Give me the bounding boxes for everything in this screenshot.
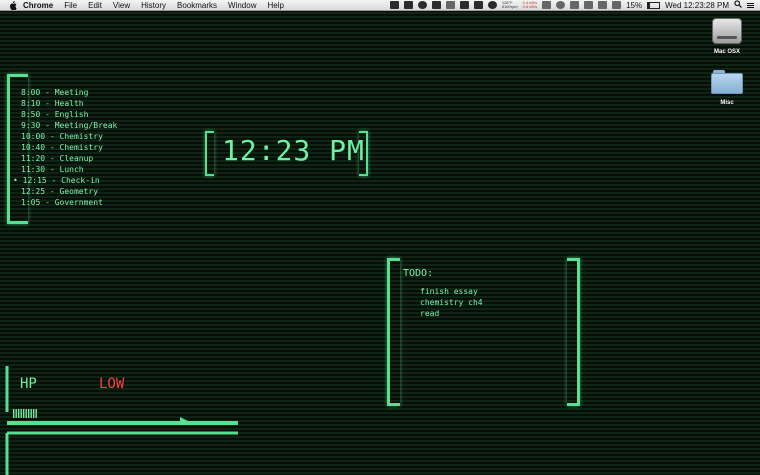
notification-center-icon[interactable]: [747, 2, 754, 8]
hp-gauge: [5, 366, 238, 475]
schedule-item: 1:05 - Government: [21, 198, 103, 207]
folder-icon: [711, 70, 743, 94]
menu-edit[interactable]: Edit: [88, 1, 102, 10]
menu-history[interactable]: History: [141, 1, 166, 10]
schedule-item: 9:30 - Meeting/Break: [21, 121, 118, 130]
schedule-item: 8:50 - English: [21, 110, 89, 119]
display-icon[interactable]: [431, 1, 441, 9]
schedule-item: 11:30 - Lunch: [21, 165, 84, 174]
schedule-item: 10:40 - Chemistry: [21, 143, 103, 152]
menu-file[interactable]: File: [64, 1, 77, 10]
hp-tick: [35, 409, 37, 418]
sync-icon[interactable]: [417, 1, 427, 9]
hp-level-ticks: [13, 409, 37, 418]
hp-tick: [33, 409, 35, 418]
hp-tick: [15, 409, 17, 418]
spotlight-icon[interactable]: [734, 0, 742, 10]
temp-fan-monitor[interactable]: 126°F 5160rpm: [502, 1, 518, 9]
hp-tick: [13, 409, 15, 418]
desktop-icon-mac-osx[interactable]: Mac OSX: [697, 18, 757, 55]
todo-title: TODO:: [403, 268, 434, 279]
battery-percent[interactable]: 15%: [626, 1, 642, 10]
schedule-item: 8:00 - Meeting: [21, 88, 89, 97]
todo-item: finish essay: [420, 287, 478, 296]
todo-item: chemistry ch4: [420, 298, 483, 307]
menu-help[interactable]: Help: [267, 1, 283, 10]
hp-tick: [30, 409, 32, 418]
schedule-list: 8:00 - Meeting 8:10 - Health 8:50 - Engl…: [13, 87, 118, 208]
airplay-icon[interactable]: [612, 1, 622, 9]
todo-item: read: [420, 309, 440, 318]
schedule-item: 11:20 - Cleanup: [21, 154, 94, 163]
memory-icon[interactable]: [542, 1, 552, 9]
desktop-icon-misc[interactable]: Misc: [697, 70, 757, 106]
apple-menu-icon[interactable]: [9, 0, 17, 10]
dropbox-icon[interactable]: [389, 1, 399, 9]
menu-app-name[interactable]: Chrome: [23, 1, 53, 10]
desktop-icon-label: Misc: [720, 100, 734, 106]
hp-tick: [28, 409, 30, 418]
desktop-icon-label: Mac OSX: [713, 49, 740, 55]
schedule-item-current: • 12:15 - Check-in: [13, 176, 100, 185]
menu-view[interactable]: View: [113, 1, 130, 10]
todo-bracket-left: [387, 258, 400, 406]
hp-tick: [20, 409, 22, 418]
network-down: 0.8 kB/s: [522, 4, 538, 9]
hard-drive-icon: [712, 18, 742, 44]
chat-icon[interactable]: [459, 1, 469, 9]
hp-tick: [23, 409, 25, 418]
hp-tick: [25, 409, 27, 418]
schedule-item: 8:10 - Health: [21, 99, 84, 108]
battery-fill: [648, 2, 650, 8]
clock-bracket-left: [205, 131, 214, 176]
menu-bar: Chrome File Edit View History Bookmarks …: [0, 0, 760, 11]
battery-icon[interactable]: [647, 1, 661, 9]
menu-bookmarks[interactable]: Bookmarks: [177, 1, 217, 10]
schedule-item: 12:25 - Geometry: [21, 187, 99, 196]
wifi-icon[interactable]: [584, 1, 594, 9]
network-monitor[interactable]: 0.4 kB/s 0.8 kB/s: [523, 1, 537, 9]
cat-icon[interactable]: [473, 1, 483, 9]
flash-icon[interactable]: [445, 1, 455, 9]
todo-list: finish essay chemistry ch4 read: [420, 286, 483, 319]
clock-bracket-right: [359, 131, 368, 176]
cloud-icon[interactable]: [487, 1, 497, 9]
volume-icon[interactable]: [598, 1, 608, 9]
bluetooth-icon[interactable]: [570, 1, 580, 9]
hp-tick: [18, 409, 20, 418]
menu-window[interactable]: Window: [228, 1, 256, 10]
fan-speed: 5160rpm: [501, 4, 518, 9]
clock-widget-time: 12:23 PM: [222, 134, 365, 167]
todo-bracket-right: [567, 258, 580, 406]
time-machine-icon[interactable]: [556, 1, 566, 9]
schedule-item: 10:00 - Chemistry: [21, 132, 103, 141]
menubar-clock[interactable]: Wed 12:23:28 PM: [665, 1, 729, 10]
alfred-icon[interactable]: [403, 1, 413, 9]
